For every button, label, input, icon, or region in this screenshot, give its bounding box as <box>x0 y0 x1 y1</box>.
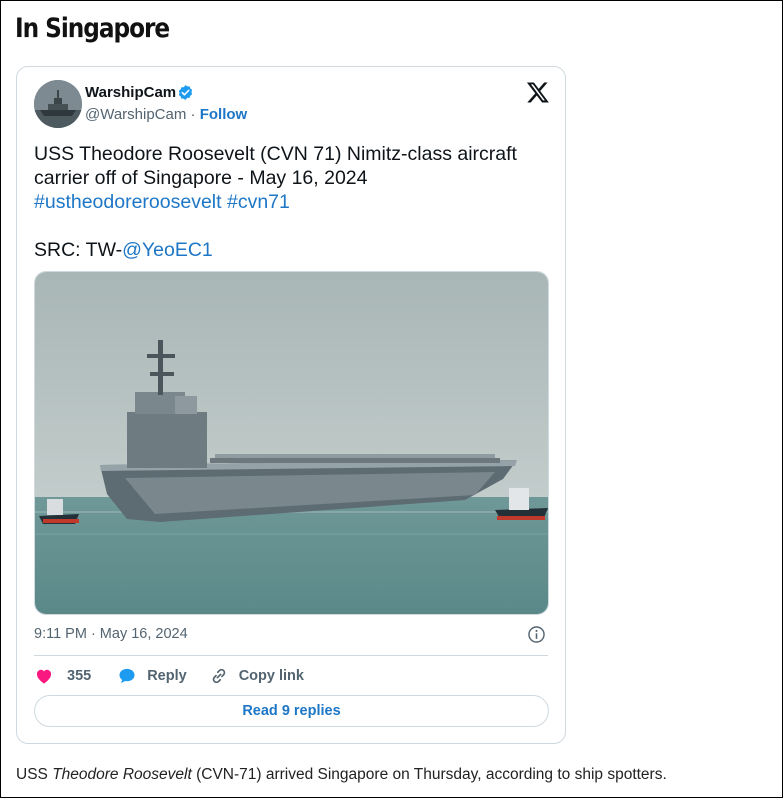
follow-link[interactable]: Follow <box>200 106 248 123</box>
tweet-actions: 355 Reply Copy link <box>34 664 304 688</box>
reply-bubble-icon <box>119 668 135 684</box>
author-avatar[interactable] <box>34 80 82 128</box>
author-handle-row: @WarshipCam · Follow <box>85 106 247 123</box>
handle-separator: · <box>186 106 200 123</box>
like-button[interactable]: 355 <box>34 666 91 686</box>
article-caption: USS Theodore Roosevelt (CVN-71) arrived … <box>16 766 667 784</box>
info-icon[interactable] <box>527 625 546 644</box>
tweet-body: USS Theodore Roosevelt (CVN 71) Nimitz-c… <box>34 143 517 189</box>
author-name[interactable]: WarshipCam <box>85 84 176 101</box>
tweet-timestamp[interactable]: 9:11 PM · May 16, 2024 <box>34 626 188 642</box>
embedded-tweet-card[interactable]: WarshipCam @WarshipCam · Follow USS Theo… <box>16 66 566 744</box>
verified-badge-icon <box>178 85 193 100</box>
tweet-text: USS Theodore Roosevelt (CVN 71) Nimitz-c… <box>34 142 544 262</box>
hashtag-link[interactable]: #cvn71 <box>227 191 290 213</box>
caption-ship-name: Theodore Roosevelt <box>52 766 192 783</box>
reply-button[interactable]: Reply <box>117 666 187 686</box>
read-replies-button[interactable]: Read 9 replies <box>34 695 549 727</box>
divider <box>34 655 548 656</box>
caption-prefix: USS <box>16 766 53 783</box>
warship-avatar-icon <box>34 80 82 128</box>
source-prefix: SRC: TW- <box>34 239 123 261</box>
author-handle[interactable]: @WarshipCam <box>85 106 186 123</box>
x-logo-icon[interactable] <box>526 80 550 104</box>
reply-label: Reply <box>147 668 187 684</box>
link-icon <box>212 668 225 684</box>
like-count: 355 <box>67 668 92 684</box>
aircraft-carrier-photo-icon <box>35 272 548 614</box>
caption-suffix: (CVN-71) arrived Singapore on Thursday, … <box>191 766 667 783</box>
hashtag-link[interactable]: #ustheodoreroosevelt <box>34 191 222 213</box>
mention-link[interactable]: @YeoEC1 <box>122 239 213 261</box>
heart-icon <box>36 669 52 684</box>
section-heading: In Singapore <box>15 13 170 44</box>
tweet-media-photo[interactable] <box>34 271 549 615</box>
copy-link-label: Copy link <box>238 668 304 684</box>
copy-link-button[interactable]: Copy link <box>209 666 304 686</box>
